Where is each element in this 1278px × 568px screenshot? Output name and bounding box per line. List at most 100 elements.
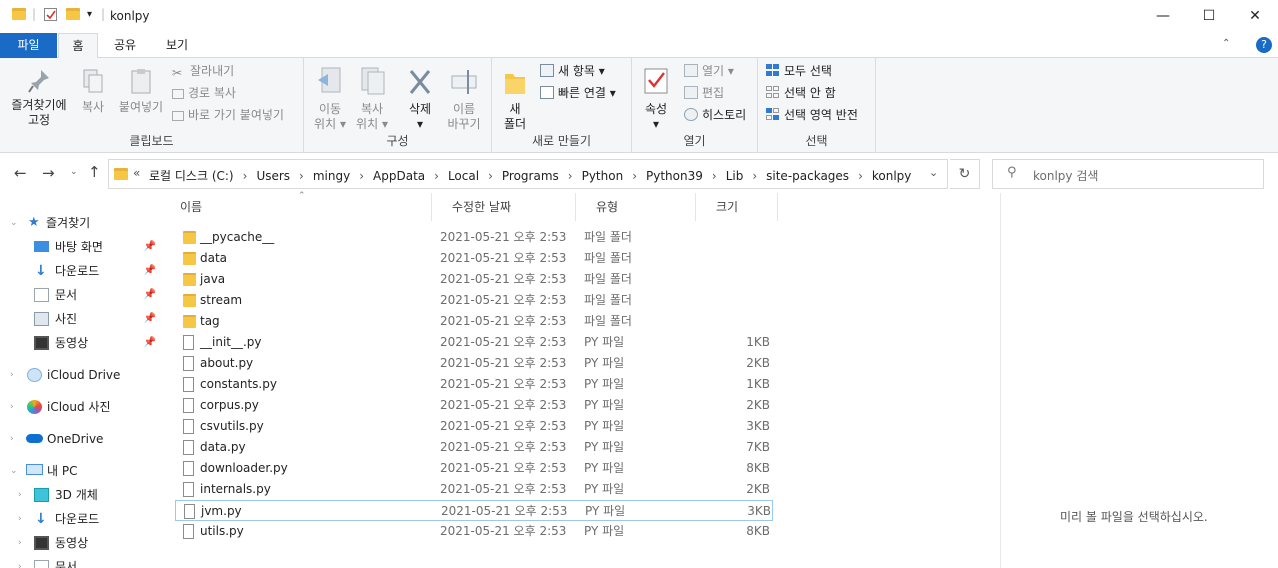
breadcrumb-separator-icon[interactable]: › <box>712 169 717 183</box>
address-overflow[interactable]: « <box>133 166 140 180</box>
column-header-size[interactable]: 크기 <box>696 193 778 221</box>
nav-quick-access[interactable]: ⌄ ★ 즐겨찾기 <box>0 212 160 234</box>
collapsed-chevron-icon[interactable]: › <box>18 556 22 568</box>
open-button[interactable]: 열기 ▾ <box>684 63 734 79</box>
properties-quick-icon[interactable] <box>44 8 57 21</box>
pin-quick-access-button[interactable]: 즐겨찾기에 고정 <box>6 68 72 128</box>
back-arrow-icon[interactable]: ← <box>14 164 27 182</box>
delete-button[interactable]: 삭제 ▾ <box>400 66 440 132</box>
collapsed-chevron-icon[interactable]: › <box>18 484 22 506</box>
select-all-button[interactable]: 모두 선택 <box>766 63 832 79</box>
breadcrumb-item[interactable]: mingy <box>313 169 350 183</box>
file-row[interactable]: csvutils.py 2021-05-21 오후 2:53 PY 파일 3KB <box>175 416 773 437</box>
breadcrumb-separator-icon[interactable]: › <box>488 169 493 183</box>
file-row[interactable]: about.py 2021-05-21 오후 2:53 PY 파일 2KB <box>175 353 773 374</box>
breadcrumb-separator-icon[interactable]: › <box>299 169 304 183</box>
properties-button[interactable]: 속성 ▾ <box>638 66 674 132</box>
collapsed-chevron-icon[interactable]: › <box>10 364 14 386</box>
up-arrow-icon[interactable]: ↑ <box>88 163 101 181</box>
nav-quick-item[interactable]: 바탕 화면 📌 <box>0 236 160 258</box>
file-row[interactable]: java 2021-05-21 오후 2:53 파일 폴더 <box>175 269 773 290</box>
file-row[interactable]: internals.py 2021-05-21 오후 2:53 PY 파일 2KB <box>175 479 773 500</box>
paste-button[interactable]: 붙여넣기 <box>114 68 168 115</box>
recent-locations-chevron-icon[interactable]: ⌄ <box>70 167 78 177</box>
close-button[interactable]: ✕ <box>1232 0 1278 33</box>
nav-icloud-photos[interactable]: › iCloud 사진 <box>0 396 160 418</box>
history-button[interactable]: 히스토리 <box>684 107 746 123</box>
address-bar[interactable]: « 로컬 디스크 (C:) › Users › mingy › AppData › Local ›… <box>108 159 948 189</box>
maximize-button[interactable]: ☐ <box>1186 0 1232 33</box>
tab-view[interactable]: 보기 <box>156 33 198 58</box>
tab-file[interactable]: 파일 <box>0 33 57 58</box>
refresh-icon[interactable]: ↻ <box>950 159 980 189</box>
file-row[interactable]: corpus.py 2021-05-21 오후 2:53 PY 파일 2KB <box>175 395 773 416</box>
nav-pc-item[interactable]: › 동영상 <box>0 532 160 554</box>
tab-home[interactable]: 홈 <box>58 33 98 59</box>
breadcrumb-separator-icon[interactable]: › <box>359 169 364 183</box>
breadcrumb-separator-icon[interactable]: › <box>632 169 637 183</box>
file-row[interactable]: data 2021-05-21 오후 2:53 파일 폴더 <box>175 248 773 269</box>
breadcrumb-item[interactable]: Local <box>448 169 479 183</box>
address-dropdown-chevron-icon[interactable]: ⌄ <box>929 166 938 179</box>
column-header-type[interactable]: 유형 <box>576 193 696 221</box>
collapsed-chevron-icon[interactable]: › <box>10 428 14 450</box>
cut-button[interactable]: ✂ 잘라내기 <box>172 63 234 80</box>
expand-chevron-icon[interactable]: ⌄ <box>10 460 18 482</box>
forward-arrow-icon[interactable]: → <box>42 164 55 182</box>
nav-quick-item[interactable]: 동영상 📌 <box>0 332 160 354</box>
select-none-button[interactable]: 선택 안 함 <box>766 85 836 101</box>
copy-path-button[interactable]: 경로 복사 <box>172 85 236 101</box>
file-row[interactable]: tag 2021-05-21 오후 2:53 파일 폴더 <box>175 311 773 332</box>
breadcrumb-item[interactable]: 로컬 디스크 (C:) <box>149 169 234 183</box>
nav-quick-item[interactable]: ↓ 다운로드 📌 <box>0 260 160 282</box>
tab-share[interactable]: 공유 <box>104 33 146 58</box>
file-row[interactable]: downloader.py 2021-05-21 오후 2:53 PY 파일 8KB <box>175 458 773 479</box>
copy-button[interactable]: 복사 <box>76 68 110 115</box>
nav-pc-item[interactable]: › 문서 <box>0 556 160 568</box>
breadcrumb-separator-icon[interactable]: › <box>858 169 863 183</box>
minimize-button[interactable]: — <box>1140 0 1186 33</box>
file-row[interactable]: utils.py 2021-05-21 오후 2:53 PY 파일 8KB <box>175 521 773 542</box>
search-box[interactable]: ⚲ konlpy 검색 <box>992 159 1264 189</box>
breadcrumb-item[interactable]: Programs <box>502 169 559 183</box>
collapse-ribbon-icon[interactable]: ⌃ <box>1222 38 1230 49</box>
breadcrumb-item[interactable]: konlpy <box>872 169 912 183</box>
rename-button[interactable]: 이름 바꾸기 <box>444 66 484 132</box>
paste-shortcut-button[interactable]: 바로 가기 붙여넣기 <box>172 107 284 123</box>
file-row[interactable]: constants.py 2021-05-21 오후 2:53 PY 파일 1KB <box>175 374 773 395</box>
nav-quick-item[interactable]: 사진 📌 <box>0 308 160 330</box>
breadcrumb-separator-icon[interactable]: › <box>568 169 573 183</box>
file-row[interactable]: jvm.py 2021-05-21 오후 2:53 PY 파일 3KB <box>175 500 773 521</box>
invert-selection-button[interactable]: 선택 영역 반전 <box>766 107 858 123</box>
expand-chevron-icon[interactable]: ⌄ <box>10 212 18 234</box>
new-folder-button[interactable]: 새 폴더 <box>498 66 532 132</box>
collapsed-chevron-icon[interactable]: › <box>18 532 22 554</box>
nav-onedrive[interactable]: › OneDrive <box>0 428 160 450</box>
file-row[interactable]: __init__.py 2021-05-21 오후 2:53 PY 파일 1KB <box>175 332 773 353</box>
edit-button[interactable]: 편집 <box>684 85 724 101</box>
breadcrumb-item[interactable]: Python <box>582 169 624 183</box>
nav-quick-item[interactable]: 문서 📌 <box>0 284 160 306</box>
breadcrumb-item[interactable]: AppData <box>373 169 425 183</box>
nav-icloud-drive[interactable]: › iCloud Drive <box>0 364 160 386</box>
help-icon[interactable]: ? <box>1256 37 1272 53</box>
collapsed-chevron-icon[interactable]: › <box>10 396 14 418</box>
easy-access-button[interactable]: 빠른 연결 ▾ <box>540 85 616 101</box>
column-header-date[interactable]: 수정한 날짜 <box>432 193 576 221</box>
file-row[interactable]: __pycache__ 2021-05-21 오후 2:53 파일 폴더 <box>175 227 773 248</box>
new-folder-quick-icon[interactable] <box>66 8 80 20</box>
file-row[interactable]: stream 2021-05-21 오후 2:53 파일 폴더 <box>175 290 773 311</box>
copy-to-button[interactable]: 복사 위치 ▾ <box>354 66 390 132</box>
breadcrumb-item[interactable]: Python39 <box>646 169 703 183</box>
collapsed-chevron-icon[interactable]: › <box>18 508 22 530</box>
move-to-button[interactable]: 이동 위치 ▾ <box>312 66 348 132</box>
column-header-name[interactable]: 이름 <box>160 193 432 221</box>
nav-this-pc[interactable]: ⌄ 내 PC <box>0 460 160 482</box>
nav-pc-item[interactable]: › ↓ 다운로드 <box>0 508 160 530</box>
breadcrumb-item[interactable]: Users <box>256 169 290 183</box>
new-item-button[interactable]: 새 항목 ▾ <box>540 63 605 79</box>
breadcrumb-item[interactable]: site-packages <box>766 169 849 183</box>
breadcrumb-separator-icon[interactable]: › <box>243 169 248 183</box>
breadcrumb-item[interactable]: Lib <box>726 169 744 183</box>
nav-pc-item[interactable]: › 3D 개체 <box>0 484 160 506</box>
